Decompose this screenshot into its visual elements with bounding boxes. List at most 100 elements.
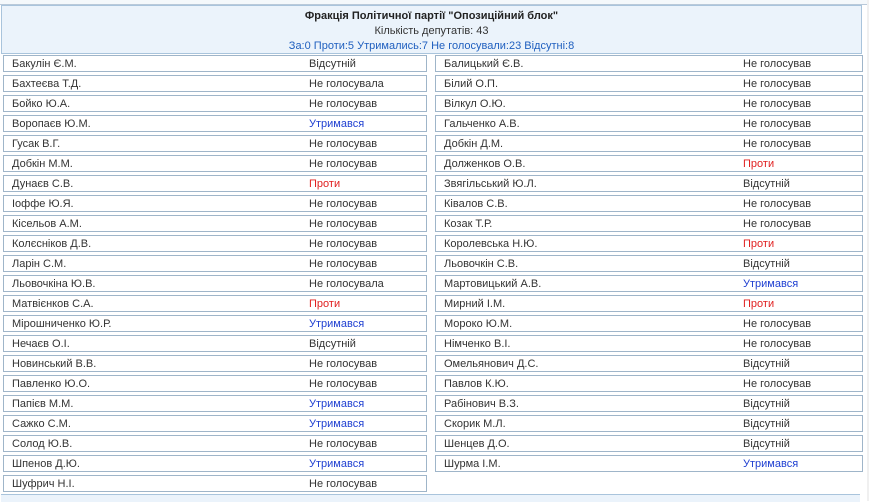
deputy-cell: Шпенов Д.Ю. Утримався — [3, 455, 427, 472]
deputy-name[interactable]: Козак Т.Р. — [444, 218, 492, 230]
deputy-cell: Павленко Ю.О. Не голосував — [3, 375, 427, 392]
vote-status: Проти — [309, 298, 341, 310]
deputy-name[interactable]: Ківалов С.В. — [444, 198, 508, 210]
deputy-name[interactable]: Мороко Ю.М. — [444, 318, 512, 330]
vote-status: Утримався — [309, 398, 365, 410]
deputy-cell: Бакулін Є.М. Відсутній — [3, 55, 427, 72]
deputy-name[interactable]: Солод Ю.В. — [12, 438, 72, 450]
vote-status: Не голосував — [309, 438, 378, 450]
deputy-name[interactable]: Колєсніков Д.В. — [12, 238, 91, 250]
deputy-name[interactable]: Гальченко А.В. — [444, 118, 520, 130]
vote-status: Проти — [743, 298, 775, 310]
faction-header: Фракція Політичної партії "Опозиційний б… — [1, 5, 862, 54]
vote-status: Відсутній — [743, 258, 790, 270]
deputy-name[interactable]: Льовочкін С.В. — [444, 258, 518, 270]
table-row: Льовочкіна Ю.В. Не голосувала Мартовицький… — [0, 274, 869, 294]
deputy-cell: Долженков О.В. Проти — [435, 155, 863, 172]
deputy-name[interactable]: Рабінович В.З. — [444, 398, 519, 410]
deputy-name[interactable]: Кісельов А.М. — [12, 218, 82, 230]
deputy-cell: Новинський В.В. Не голосував — [3, 355, 427, 372]
deputy-name[interactable]: Павленко Ю.О. — [12, 378, 90, 390]
deputy-cell: Матвієнков С.А. Проти — [3, 295, 427, 312]
deputy-name[interactable]: Павлов К.Ю. — [444, 378, 509, 390]
table-row: Шпенов Д.Ю. Утримався Шурма І.М. Утримався — [0, 454, 869, 474]
vote-status: Не голосувала — [309, 278, 384, 290]
deputy-name[interactable]: Ларін С.М. — [12, 258, 66, 270]
deputy-name[interactable]: Шенцев Д.О. — [444, 438, 510, 450]
deputy-name[interactable]: Новинський В.В. — [12, 358, 96, 370]
deputy-name[interactable]: Білий О.П. — [444, 78, 498, 90]
deputy-name[interactable]: Вілкул О.Ю. — [444, 98, 506, 110]
vote-status: Проти — [743, 158, 775, 170]
deputy-name[interactable]: Німченко В.І. — [444, 338, 511, 350]
deputy-name[interactable]: Балицький Є.В. — [444, 58, 523, 70]
deputy-cell: Шенцев Д.О. Відсутній — [435, 435, 863, 452]
deputy-name[interactable]: Бахтеєва Т.Д. — [12, 78, 81, 90]
deputy-cell: Балицький Є.В. Не голосував — [435, 55, 863, 72]
deputy-name[interactable]: Дунаєв С.В. — [12, 178, 73, 190]
deputy-cell: Рабінович В.З. Відсутній — [435, 395, 863, 412]
deputy-cell: Бахтеєва Т.Д. Не голосувала — [3, 75, 427, 92]
vote-status: Відсутній — [743, 418, 790, 430]
deputy-name[interactable]: Сажко С.М. — [12, 418, 71, 430]
deputy-cell: Ларін С.М. Не голосував — [3, 255, 427, 272]
deputy-cell: Королевська Н.Ю. Проти — [435, 235, 863, 252]
deputy-cell: Мороко Ю.М. Не голосував — [435, 315, 863, 332]
deputy-name[interactable]: Гусак В.Г. — [12, 138, 60, 150]
deputy-name[interactable]: Матвієнков С.А. — [12, 298, 94, 310]
deputy-name[interactable]: Бакулін Є.М. — [12, 58, 77, 70]
vote-status: Відсутній — [309, 58, 356, 70]
deputy-cell: Скорик М.Л. Відсутній — [435, 415, 863, 432]
vote-status: Не голосував — [309, 218, 378, 230]
table-row: Новинський В.В. Не голосував Омельянович Д… — [0, 354, 869, 374]
vote-status: Утримався — [743, 458, 799, 470]
deputy-name[interactable]: Скорик М.Л. — [444, 418, 506, 430]
table-row: Дунаєв С.В. Проти Звягільський Ю.Л. Відсутн… — [0, 174, 869, 194]
deputy-cell: Омельянович Д.С. Відсутній — [435, 355, 863, 372]
deputy-name[interactable]: Мирний І.М. — [444, 298, 505, 310]
deputy-name[interactable]: Мартовицький А.В. — [444, 278, 541, 290]
table-row: Шуфрич Н.І. Не голосував — [0, 474, 869, 494]
vote-status: Утримався — [743, 278, 799, 290]
vote-status: Не голосував — [309, 358, 378, 370]
deputy-cell: Добкін Д.М. Не голосував — [435, 135, 863, 152]
deputy-name[interactable]: Шпенов Д.Ю. — [12, 458, 80, 470]
deputy-name[interactable]: Льовочкіна Ю.В. — [12, 278, 95, 290]
deputy-name[interactable]: Звягільський Ю.Л. — [444, 178, 537, 190]
deputy-name[interactable]: Іоффе Ю.Я. — [12, 198, 74, 210]
deputy-cell: Гусак В.Г. Не голосував — [3, 135, 427, 152]
deputy-cell: Мирний І.М. Проти — [435, 295, 863, 312]
deputy-name[interactable]: Папієв М.М. — [12, 398, 73, 410]
deputy-name[interactable]: Омельянович Д.С. — [444, 358, 538, 370]
deputy-cell: Кісельов А.М. Не голосував — [3, 215, 427, 232]
table-row: Солод Ю.В. Не голосував Шенцев Д.О. Відсутн… — [0, 434, 869, 454]
vote-status: Не голосував — [743, 198, 812, 210]
deputy-cell: Дунаєв С.В. Проти — [3, 175, 427, 192]
vote-status: Відсутній — [743, 398, 790, 410]
deputy-cell: Добкін М.М. Не голосував — [3, 155, 427, 172]
deputy-name[interactable]: Добкін Д.М. — [444, 138, 503, 150]
vote-status: Не голосував — [743, 58, 812, 70]
deputy-name[interactable]: Королевська Н.Ю. — [444, 238, 537, 250]
deputy-name[interactable]: Бойко Ю.А. — [12, 98, 70, 110]
vote-status: Відсутній — [743, 178, 790, 190]
deputy-name[interactable]: Добкін М.М. — [12, 158, 73, 170]
deputy-cell: Льовочкін С.В. Відсутній — [435, 255, 863, 272]
deputy-name[interactable]: Нечаєв О.І. — [12, 338, 70, 350]
vote-status: Не голосував — [309, 198, 378, 210]
vote-status: Не голосував — [309, 138, 378, 150]
deputy-name[interactable]: Мірошниченко Ю.Р. — [12, 318, 111, 330]
deputy-name[interactable]: Шуфрич Н.І. — [12, 478, 75, 490]
vote-status: Не голосував — [309, 378, 378, 390]
deputy-name[interactable]: Долженков О.В. — [444, 158, 525, 170]
vote-status: Не голосував — [743, 98, 812, 110]
table-row: Сажко С.М. Утримався Скорик М.Л. Відсутній — [0, 414, 869, 434]
vote-status: Проти — [309, 178, 341, 190]
vote-status: Не голосував — [743, 138, 812, 150]
vote-summary: За:0 Проти:5 Утримались:7 Не голосували:… — [288, 40, 575, 52]
deputy-cell: Льовочкіна Ю.В. Не голосувала — [3, 275, 427, 292]
deputy-cell: Козак Т.Р. Не голосував — [435, 215, 863, 232]
deputy-name[interactable]: Шурма І.М. — [444, 458, 501, 470]
deputy-name[interactable]: Воропаєв Ю.М. — [12, 118, 91, 130]
deputy-cell: Гальченко А.В. Не голосував — [435, 115, 863, 132]
